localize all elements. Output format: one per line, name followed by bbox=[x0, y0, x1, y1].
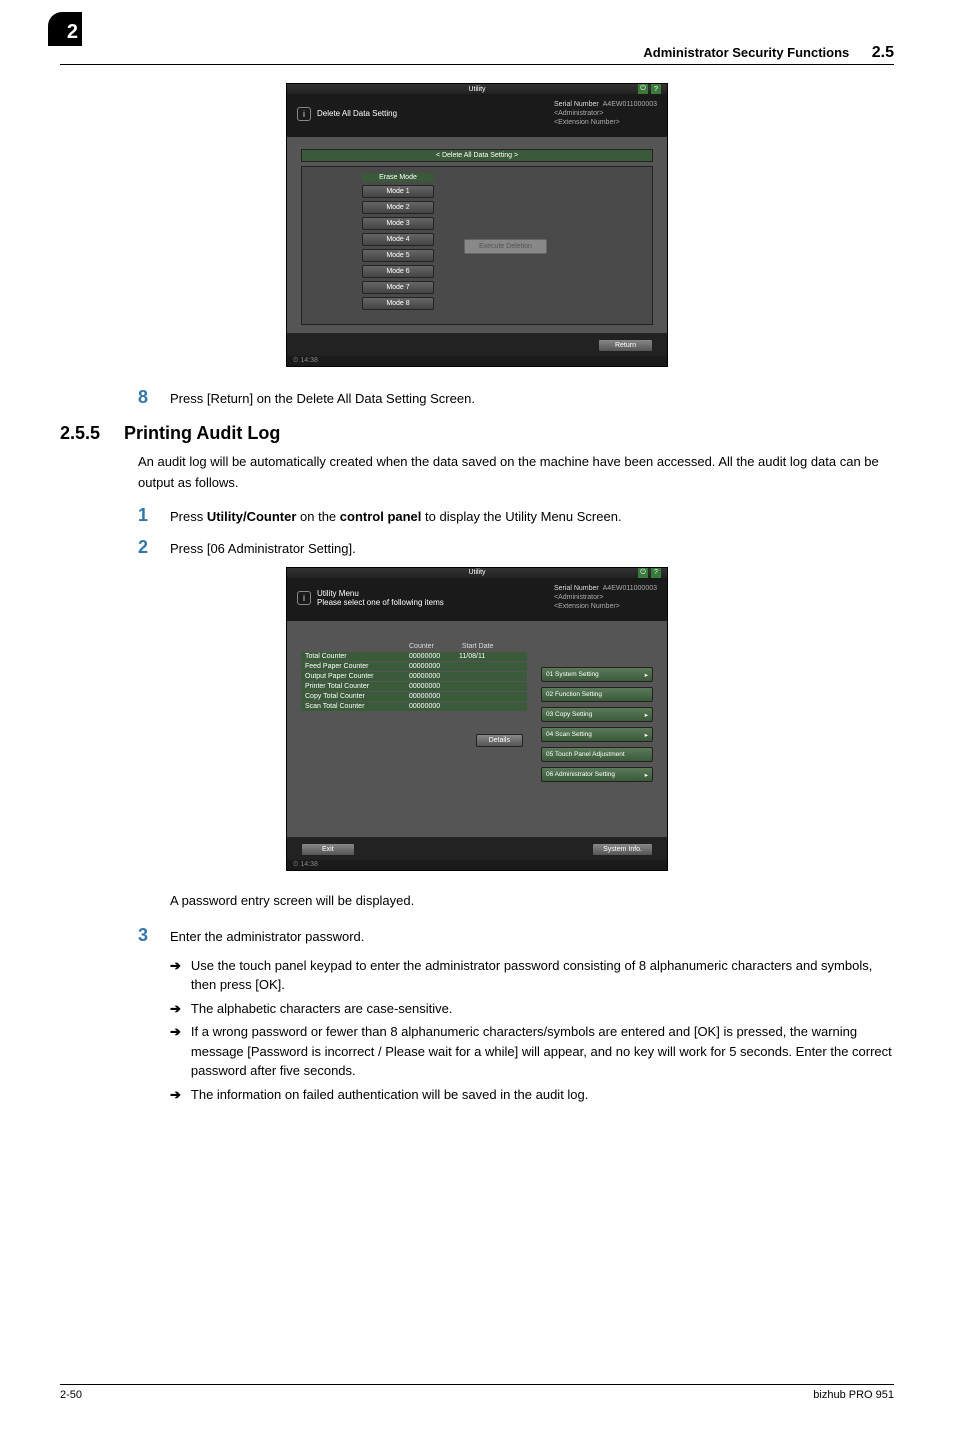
footer-product: bizhub PRO 951 bbox=[813, 1389, 894, 1401]
mode-button[interactable]: Mode 1 bbox=[362, 185, 434, 198]
utility-label: Utility bbox=[468, 86, 485, 93]
header-section: 2.5 bbox=[872, 44, 894, 61]
step-text: Press Utility/Counter on the control pan… bbox=[170, 505, 622, 527]
section-number: 2.5.5 bbox=[60, 423, 100, 444]
help-icon[interactable]: ? bbox=[651, 84, 661, 94]
mode-button[interactable]: Mode 2 bbox=[362, 201, 434, 214]
mode-button[interactable]: Mode 8 bbox=[362, 297, 434, 310]
table-row: Scan Total Counter00000000 bbox=[301, 702, 527, 711]
step-number: 1 bbox=[138, 505, 152, 527]
exit-button[interactable]: Exit bbox=[301, 843, 355, 856]
step-text: Press [Return] on the Delete All Data Se… bbox=[170, 387, 475, 409]
clock: ⏲ 14:38 bbox=[287, 356, 667, 366]
menu-touch-panel-adjustment[interactable]: 05 Touch Panel Adjustment bbox=[541, 747, 653, 762]
menu-function-setting[interactable]: 02 Function Setting bbox=[541, 687, 653, 702]
chapter-badge: 2 bbox=[48, 12, 82, 46]
mode-button[interactable]: Mode 7 bbox=[362, 281, 434, 294]
system-info-button[interactable]: System Info. bbox=[592, 843, 653, 856]
help-icon[interactable]: ? bbox=[651, 568, 661, 578]
mode-button[interactable]: Mode 4 bbox=[362, 233, 434, 246]
step-number: 3 bbox=[138, 925, 152, 947]
utility-label: Utility bbox=[468, 569, 485, 576]
intro-paragraph: An audit log will be automatically creat… bbox=[138, 452, 894, 492]
erase-mode-label: Erase Mode bbox=[362, 173, 434, 182]
screen-title: Utility Menu Please select one of follow… bbox=[317, 589, 444, 607]
return-button[interactable]: Return bbox=[598, 339, 653, 352]
post-shot2-text: A password entry screen will be displaye… bbox=[170, 891, 894, 911]
screenshot-utility-menu: Utility ⏻ ? i Utility Menu Please select… bbox=[286, 567, 668, 871]
menu-system-setting[interactable]: 01 System Setting bbox=[541, 667, 653, 682]
step-text: Press [06 Administrator Setting]. bbox=[170, 537, 356, 559]
clock: ⏲ 14:38 bbox=[287, 860, 667, 870]
sub-bullet: ➔The information on failed authenticatio… bbox=[170, 1085, 894, 1105]
arrow-icon: ➔ bbox=[170, 1085, 181, 1105]
power-icon[interactable]: ⏻ bbox=[638, 568, 648, 578]
panel-title: < Delete All Data Setting > bbox=[301, 149, 653, 162]
header-title: Administrator Security Functions bbox=[643, 45, 849, 60]
menu-scan-setting[interactable]: 04 Scan Setting bbox=[541, 727, 653, 742]
power-icon[interactable]: ⏻ bbox=[638, 84, 648, 94]
sub-bullet: ➔The alphabetic characters are case-sens… bbox=[170, 999, 894, 1019]
page-header: Administrator Security Functions 2.5 bbox=[60, 44, 894, 65]
footer-page: 2-50 bbox=[60, 1389, 82, 1401]
arrow-icon: ➔ bbox=[170, 956, 181, 995]
arrow-icon: ➔ bbox=[170, 999, 181, 1019]
sub-bullet: ➔If a wrong password or fewer than 8 alp… bbox=[170, 1022, 894, 1081]
sub-bullet: ➔Use the touch panel keypad to enter the… bbox=[170, 956, 894, 995]
mode-button[interactable]: Mode 6 bbox=[362, 265, 434, 278]
mode-button[interactable]: Mode 5 bbox=[362, 249, 434, 262]
th-date: Start Date bbox=[462, 643, 494, 650]
table-row: Total Counter0000000011/08/11 bbox=[301, 652, 527, 661]
screenshot-delete-all-data: Utility ⏻ ? i Delete All Data Setting Se… bbox=[286, 83, 668, 367]
step-number: 8 bbox=[138, 387, 152, 409]
screen-title: Delete All Data Setting bbox=[317, 109, 397, 118]
menu-copy-setting[interactable]: 03 Copy Setting bbox=[541, 707, 653, 722]
details-button[interactable]: Details bbox=[476, 734, 523, 747]
serial-block: Serial Number A4EW011000003 <Administrat… bbox=[554, 584, 657, 611]
section-title: Printing Audit Log bbox=[124, 423, 280, 444]
table-row: Feed Paper Counter00000000 bbox=[301, 662, 527, 671]
table-row: Copy Total Counter00000000 bbox=[301, 692, 527, 701]
table-row: Printer Total Counter00000000 bbox=[301, 682, 527, 691]
arrow-icon: ➔ bbox=[170, 1022, 181, 1081]
page-footer: 2-50 bizhub PRO 951 bbox=[60, 1384, 894, 1401]
step-text: Enter the administrator password. bbox=[170, 925, 364, 947]
step-number: 2 bbox=[138, 537, 152, 559]
table-row: Output Paper Counter00000000 bbox=[301, 672, 527, 681]
serial-block: Serial Number A4EW011000003 <Administrat… bbox=[554, 100, 657, 127]
execute-deletion-button[interactable]: Execute Deletion bbox=[464, 239, 547, 254]
mode-button[interactable]: Mode 3 bbox=[362, 217, 434, 230]
menu-administrator-setting[interactable]: 06 Administrator Setting bbox=[541, 767, 653, 782]
info-icon: i bbox=[297, 591, 311, 605]
info-icon: i bbox=[297, 107, 311, 121]
th-counter: Counter bbox=[409, 643, 434, 650]
